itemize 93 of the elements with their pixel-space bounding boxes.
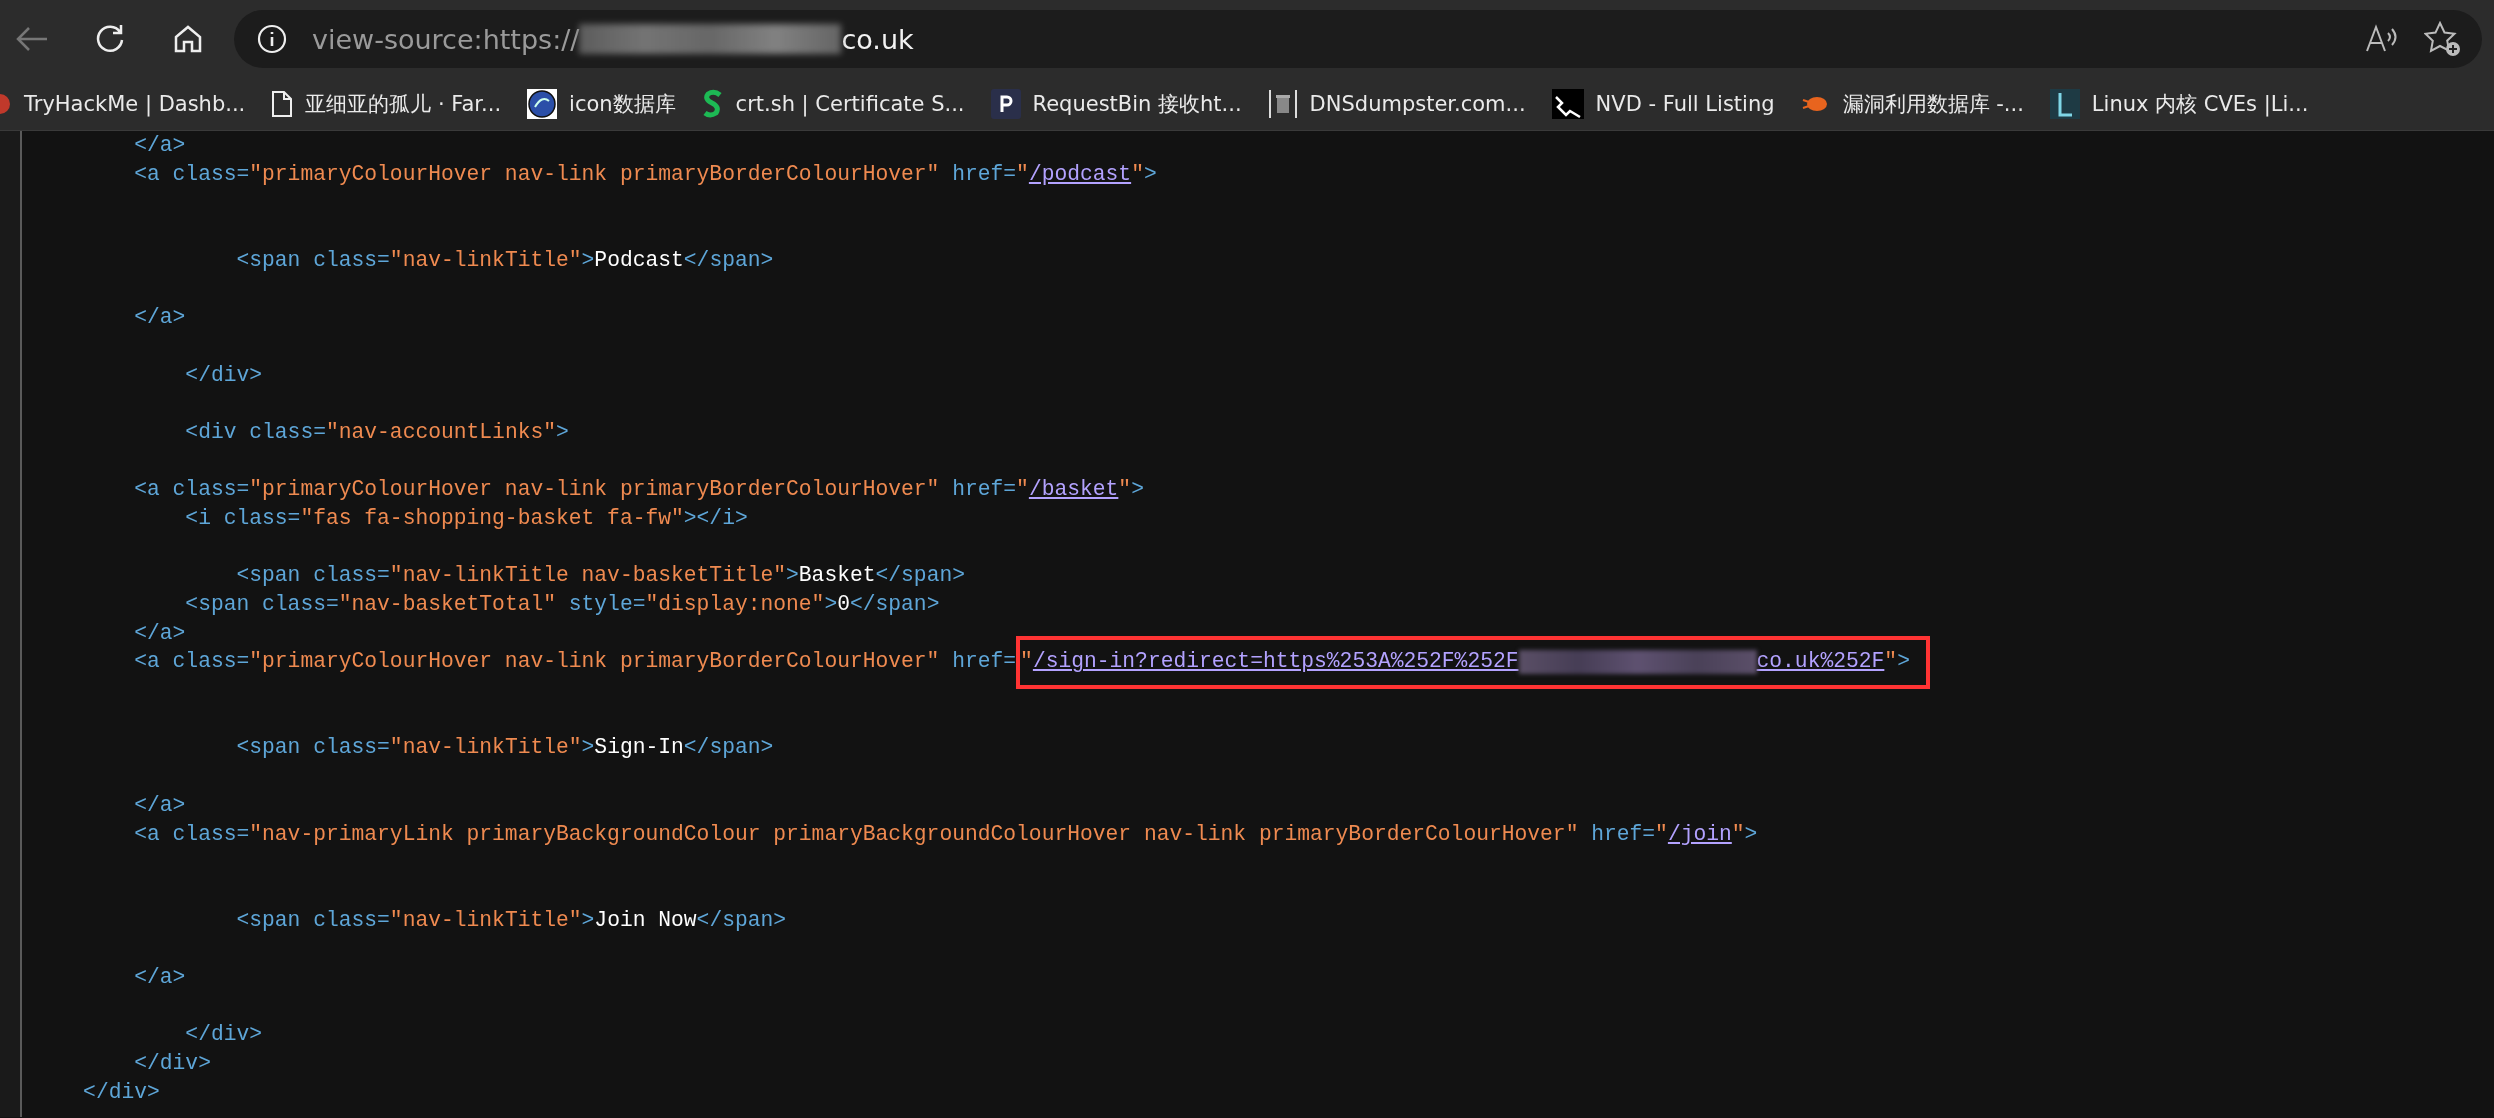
tag-text: <a class= [133,820,250,848]
bookmark-link[interactable]: Linux 内核 CVEs |Li... [2091,90,2309,118]
attribute-value: " [1131,160,1144,188]
source-link[interactable]: /basket [1028,475,1119,504]
tag-text: <span class= [184,591,339,618]
tag-text: <div class= [184,418,326,446]
tag-text: > [1744,820,1758,848]
attribute-value: " [1118,476,1132,504]
attribute-value: "nav-linkTitle nav-basketTitle" [389,562,787,590]
element-text: Sign-In [594,734,684,762]
attribute-value: "nav-linkTitle" [389,246,582,274]
attribute-value: "nav-primaryLink primaryBackgroundColour primaryBackgroundColourHover nav-link primaryBorderColourHover" [249,820,1579,848]
attribute-value: "primaryColourHover nav-link primaryBorderColourHover" [249,648,940,676]
bookmark-link[interactable]: RequestBin 接收ht... [1032,90,1242,118]
element-text: Podcast [594,246,684,274]
tag-text: href= [951,476,1017,504]
tag-text: <a class= [133,648,250,676]
tag-text: </span> [849,591,940,618]
source-link[interactable]: co.uk%252F [1756,647,1885,677]
tag-text: > [1143,160,1157,188]
tag-text: </div> [184,1021,263,1049]
attribute-value: " [1016,476,1029,504]
tag-text: href= [951,648,1017,676]
tag-text: </a> [133,619,186,647]
attribute-value: "primaryColourHover nav-link primaryBorderColourHover" [249,160,940,188]
tag-text: <span class= [235,906,390,934]
document-icon [271,90,294,118]
element-text: Basket [798,562,876,590]
bookmark-link[interactable]: NVD - Full Listing [1595,92,1775,116]
bookmark-link[interactable]: 亚细亚的孤儿 · Far... [305,90,502,118]
tag-text: ></i> [683,504,748,532]
tag-text: </span> [683,246,774,274]
tag-text: href= [1590,820,1656,848]
attribute-value: "primaryColourHover nav-link primaryBorderColourHover" [249,476,940,504]
attribute-value: " [1020,648,1033,676]
attribute-value: " [1655,820,1668,848]
url-text: view-source:https:// co.uk [312,23,914,55]
tag-text: </a> [133,963,186,991]
p-logo-icon [990,89,1021,119]
logo-icon [0,92,12,116]
s-logo-icon [701,89,724,119]
trash-icon [1267,89,1298,119]
l-logo-icon [2049,89,2080,119]
globe-icon [527,89,558,119]
tag-text: </span> [683,734,774,762]
tag-text: </span> [696,906,787,934]
bookmark-link[interactable]: crt.sh | Certificate S... [735,92,965,116]
element-text: Join Now [594,906,697,934]
tag-text: </div> [133,1050,211,1077]
tag-text: <span class= [235,246,390,274]
tag-text: > [1131,476,1144,504]
source-link[interactable]: /sign-in?redirect=https%253A%252F%252F [1032,647,1519,677]
attribute-value: "nav-linkTitle" [389,906,582,934]
tag-text: > [786,562,799,590]
attribute-value: "fas fa-shopping-basket fa-fw" [300,504,684,532]
tag-text: <a class= [133,160,250,188]
tag-text: </span> [875,562,965,590]
tag-text: > [581,906,595,934]
bookmark-link[interactable]: DNSdumpster.com... [1309,92,1526,116]
address-bar[interactable]: view-source:https:// co.uk [234,10,2482,68]
source-link[interactable]: /podcast [1028,159,1132,189]
tag-text: <a class= [133,476,250,504]
tag-text: > [581,734,595,762]
tag-text: </div> [82,1078,160,1106]
attribute-value: "nav-linkTitle" [389,734,582,762]
source-link[interactable]: /join [1667,819,1732,849]
element-text: 0 [837,591,850,618]
tag-text: </a> [133,132,186,159]
bookmark-link[interactable]: TryHackMe | Dashb... [24,92,246,116]
bookmark-link[interactable]: 漏洞利用数据库 -... [1842,90,2024,118]
tag-text: > [824,591,838,618]
attribute-value: " [1731,820,1745,848]
tag-text: style= [567,591,646,618]
tag-text: </div> [184,361,263,389]
favorite-add-icon[interactable] [2424,21,2462,57]
attribute-value: "display:none" [645,591,825,618]
tag-text: > [1897,648,1910,676]
tag-text: href= [951,160,1017,188]
tag-text: > [556,418,569,446]
attribute-value: " [1884,648,1898,676]
back-arrow-icon[interactable] [15,25,49,53]
tag-text: </a> [133,791,186,819]
attribute-value: "nav-basketTotal" [338,591,556,618]
tag-text: <i class= [184,504,301,532]
tag-text: </a> [133,304,186,332]
tag-text: <span class= [235,734,390,762]
tag-text: <span class= [235,562,390,590]
attribute-value: " [1016,160,1029,188]
home-icon[interactable] [172,23,204,55]
info-icon[interactable] [256,23,288,55]
bookmark-link[interactable]: icon数据库 [569,90,676,118]
attribute-value: "nav-accountLinks" [325,418,556,446]
tag-text: > [581,246,595,274]
